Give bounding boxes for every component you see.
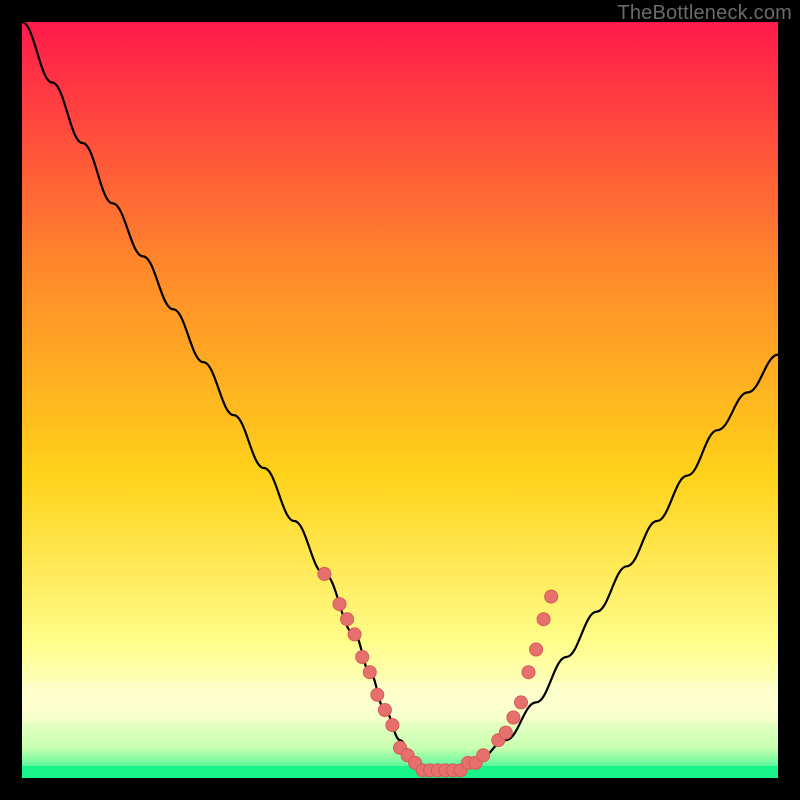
curve-marker [545, 590, 558, 603]
curve-marker [499, 726, 512, 739]
curve-marker [537, 613, 550, 626]
curve-marker [333, 598, 346, 611]
bottom-green-band [22, 766, 778, 778]
gradient-background [22, 22, 778, 778]
curve-marker [530, 643, 543, 656]
curve-marker [522, 666, 535, 679]
chart-svg [22, 22, 778, 778]
curve-marker [318, 567, 331, 580]
curve-marker [515, 696, 528, 709]
chart-frame [22, 22, 778, 778]
light-band [22, 682, 778, 722]
curve-marker [356, 651, 369, 664]
curve-marker [386, 719, 399, 732]
curve-marker [371, 688, 384, 701]
curve-marker [363, 666, 376, 679]
curve-marker [507, 711, 520, 724]
curve-marker [341, 613, 354, 626]
curve-marker [348, 628, 361, 641]
curve-marker [477, 749, 490, 762]
curve-marker [378, 704, 391, 717]
